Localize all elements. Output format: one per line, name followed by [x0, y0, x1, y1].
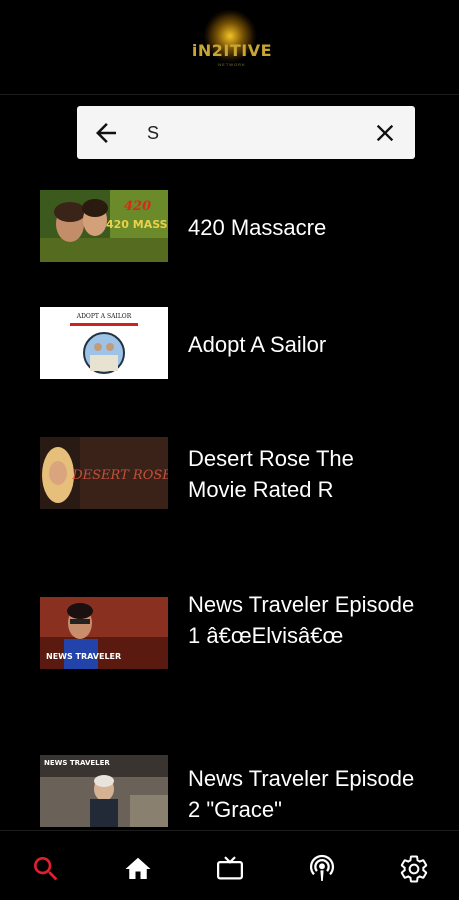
list-item[interactable]: DESERT ROSE Desert Rose The Movie Rated … — [40, 437, 420, 509]
thumbnail-desert-rose: DESERT ROSE — [40, 437, 168, 509]
result-title: Desert Rose The Movie Rated R — [188, 446, 354, 502]
thumbnail-text: NEWS TRAVELER — [46, 652, 121, 661]
home-icon[interactable] — [120, 851, 156, 887]
result-title: News Traveler Episode 1 â€œElvisâ€œ — [188, 592, 415, 648]
svg-text:420: 420 — [124, 199, 151, 214]
podcast-icon[interactable] — [304, 851, 340, 887]
search-bar — [77, 106, 415, 159]
thumbnail-text: ADOPT A SAILOR — [76, 313, 132, 320]
search-input[interactable] — [147, 118, 367, 148]
thumbnail-adopt-a-sailor: ADOPT A SAILOR — [40, 307, 168, 379]
thumbnail-text: DESERT ROSE — [71, 468, 168, 483]
thumbnail-text: NEWS TRAVELER — [44, 759, 110, 767]
result-title: News Traveler Episode 2 "Grace" — [188, 766, 415, 822]
list-item[interactable]: NEWS TRAVELER News Traveler Episode 1 â€… — [40, 592, 420, 669]
list-item[interactable]: ADOPT A SAILOR Adopt A Sailor — [40, 307, 420, 379]
app-header: iN2ITIVE NETWORK — [0, 0, 459, 95]
result-title: 420 Massacre — [188, 215, 327, 240]
list-item[interactable]: NEWS TRAVELER News Traveler Episode 2 "G… — [40, 755, 420, 827]
search-icon[interactable] — [28, 851, 64, 887]
tv-icon[interactable] — [212, 851, 248, 887]
result-title: Adopt A Sailor — [188, 332, 327, 357]
close-icon[interactable] — [371, 119, 399, 147]
thumbnail-news-traveler-2: NEWS TRAVELER — [40, 755, 168, 827]
list-item[interactable]: 420 420 MASSACRE 420 Massacre — [40, 190, 420, 262]
thumbnail-420-massacre: 420 420 MASSACRE — [40, 190, 168, 262]
logo-text: iN2ITIVE — [191, 41, 273, 60]
thumbnail-text: 420 MASSACRE — [106, 218, 168, 231]
arrow-left-icon[interactable] — [91, 118, 121, 148]
bottom-navigation — [0, 830, 459, 900]
gear-icon[interactable] — [396, 851, 432, 887]
thumbnail-news-traveler-1: NEWS TRAVELER — [40, 597, 168, 669]
app-logo: iN2ITIVE NETWORK — [182, 10, 282, 70]
logo-subtext: NETWORK — [218, 62, 246, 67]
